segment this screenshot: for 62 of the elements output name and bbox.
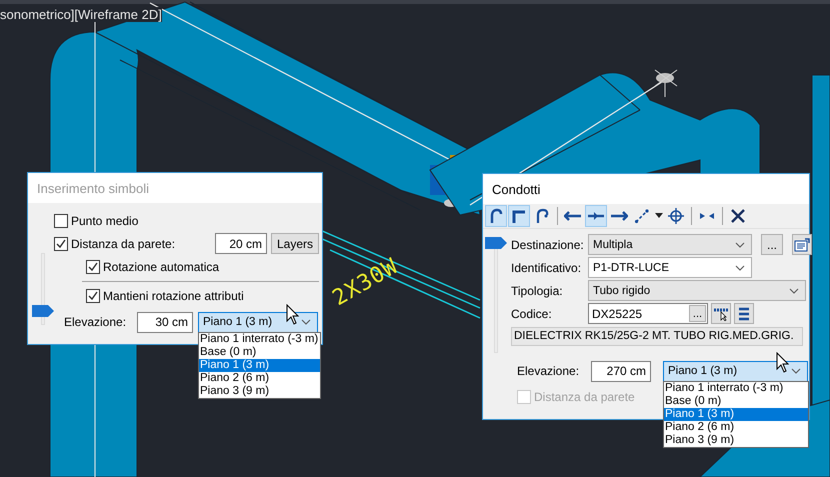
checkmark-icon bbox=[87, 261, 99, 273]
bend-icon bbox=[488, 208, 504, 224]
ruler-pointer-icon bbox=[713, 306, 729, 320]
properties-icon bbox=[794, 238, 810, 252]
list-button[interactable] bbox=[734, 303, 754, 324]
level-marker-icon bbox=[32, 305, 54, 317]
browse-button[interactable]: ... bbox=[689, 305, 706, 322]
dialog-title: Condotti bbox=[492, 182, 540, 196]
chevron-down-icon bbox=[735, 242, 745, 248]
elevation-field[interactable]: 30 cm bbox=[137, 312, 193, 332]
chevron-down-icon bbox=[301, 319, 311, 325]
field-label: Tipologia: bbox=[511, 284, 564, 298]
level-select[interactable]: Piano 1 (3 m) bbox=[663, 360, 808, 382]
pick-button[interactable] bbox=[711, 303, 731, 324]
arrow-left-icon bbox=[564, 210, 582, 222]
chevron-down-icon bbox=[791, 368, 801, 374]
cursor-icon bbox=[776, 352, 790, 374]
slope-icon bbox=[634, 208, 650, 224]
arrow-right-icon bbox=[610, 210, 628, 222]
properties-button[interactable] bbox=[792, 234, 812, 255]
viewport-label: sonometrico][Wireframe 2D] bbox=[0, 7, 162, 22]
list-icon bbox=[738, 306, 750, 320]
chevron-down-icon bbox=[789, 288, 799, 294]
corner-icon bbox=[511, 208, 527, 224]
browse-button[interactable]: ... bbox=[761, 234, 783, 255]
combo-box[interactable]: P1-DTR-LUCE bbox=[588, 257, 752, 278]
dropdown-option[interactable]: Piano 1 (3 m) bbox=[199, 358, 320, 372]
field-label: Destinazione: bbox=[511, 238, 585, 252]
cursor-icon bbox=[286, 304, 300, 326]
elevation-field[interactable]: 270 cm bbox=[591, 360, 651, 382]
caret-icon bbox=[655, 213, 663, 219]
description-field: DIELECTRIX RK15/25G-2 MT. TUBO RIG.MED.GRIG. bbox=[511, 326, 803, 346]
level-marker-icon bbox=[485, 237, 507, 249]
checkbox[interactable]: Distanza da parete: bbox=[54, 236, 176, 250]
combo-box[interactable]: Multipla bbox=[588, 234, 752, 255]
crosshair-icon bbox=[668, 208, 684, 224]
dropdown-option[interactable]: Piano 1 interrato (-3 m) bbox=[199, 332, 320, 346]
level-select[interactable]: Piano 1 (3 m) bbox=[198, 312, 318, 332]
dialog-title: Inserimento simboli bbox=[37, 180, 149, 196]
field-label: Codice: bbox=[511, 306, 553, 320]
tool-button[interactable] bbox=[665, 205, 687, 227]
checkbox[interactable]: Rotazione automatica bbox=[86, 260, 220, 274]
tool-button[interactable] bbox=[585, 205, 607, 227]
field-label: Identificativo: bbox=[511, 260, 582, 274]
layers-button[interactable]: Layers bbox=[271, 233, 319, 254]
field-label: Elevazione: bbox=[64, 315, 128, 329]
close-icon bbox=[731, 209, 745, 223]
checkbox[interactable]: Mantieni rotazione attributi bbox=[86, 289, 244, 303]
distance-field[interactable]: 20 cm bbox=[215, 233, 267, 254]
dropdown-option[interactable]: Piano 1 (3 m) bbox=[664, 408, 808, 420]
checkbox[interactable]: Punto medio bbox=[54, 214, 138, 228]
midpoint-arrow-icon bbox=[587, 210, 605, 222]
join-arrows-icon bbox=[699, 211, 715, 221]
tool-button[interactable] bbox=[508, 205, 530, 227]
checkmark-icon bbox=[55, 238, 67, 250]
chevron-down-icon bbox=[735, 264, 745, 270]
tool-button[interactable] bbox=[485, 205, 507, 227]
field-label: Elevazione: bbox=[517, 364, 580, 378]
checkmark-icon bbox=[87, 290, 99, 302]
curve-icon bbox=[534, 208, 550, 224]
combo-box[interactable]: Tubo rigido bbox=[588, 280, 806, 301]
code-field[interactable]: DX25225 ... bbox=[588, 303, 708, 324]
